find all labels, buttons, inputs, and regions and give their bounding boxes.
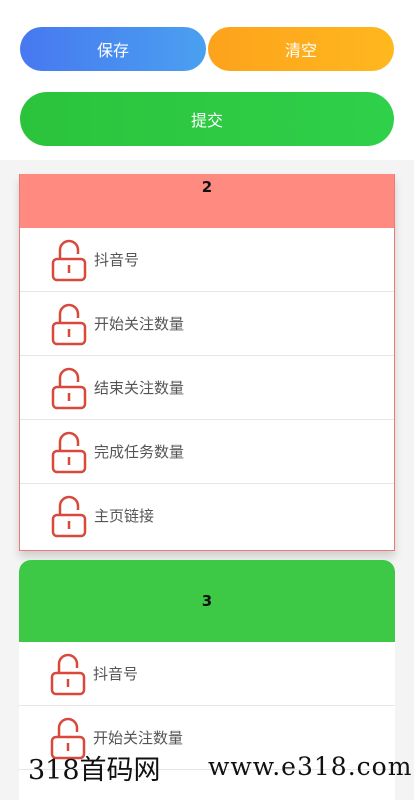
card-title: 3 xyxy=(19,560,395,642)
lock-icon xyxy=(51,495,87,538)
lock-icon xyxy=(51,367,87,410)
lock-icon xyxy=(51,239,87,282)
lock-icon xyxy=(51,431,87,474)
lock-icon xyxy=(50,653,86,696)
field-label: 完成任务数量 xyxy=(94,443,185,461)
field-row-start-follow-count[interactable]: 开始关注数量 xyxy=(20,292,394,356)
lock-icon xyxy=(51,303,87,346)
save-button[interactable]: 保存 xyxy=(20,27,206,71)
field-label: 主页链接 xyxy=(94,507,155,525)
field-row-homepage-link[interactable]: 主页链接 xyxy=(20,484,394,548)
card-title: 2 xyxy=(20,174,394,228)
action-bar: 保存 清空 提交 xyxy=(0,0,414,160)
field-label: 抖音号 xyxy=(93,665,139,683)
watermark-url: www.e318.com xyxy=(208,752,413,781)
clear-button[interactable]: 清空 xyxy=(208,27,394,71)
watermark-brand: 318首码网 xyxy=(28,755,161,786)
submit-button[interactable]: 提交 xyxy=(20,92,394,146)
field-row-douyin-id[interactable]: 抖音号 xyxy=(19,642,395,706)
field-label: 结束关注数量 xyxy=(94,379,185,397)
field-label: 抖音号 xyxy=(94,251,140,269)
field-row-douyin-id[interactable]: 抖音号 xyxy=(20,228,394,292)
field-label: 开始关注数量 xyxy=(94,315,185,333)
task-card-2: 2 抖音号 开始关注数量 结束关注数量 完成任务数量 主页链接 xyxy=(19,174,395,551)
field-row-completed-task-count[interactable]: 完成任务数量 xyxy=(20,420,394,484)
field-row-end-follow-count[interactable]: 结束关注数量 xyxy=(20,356,394,420)
